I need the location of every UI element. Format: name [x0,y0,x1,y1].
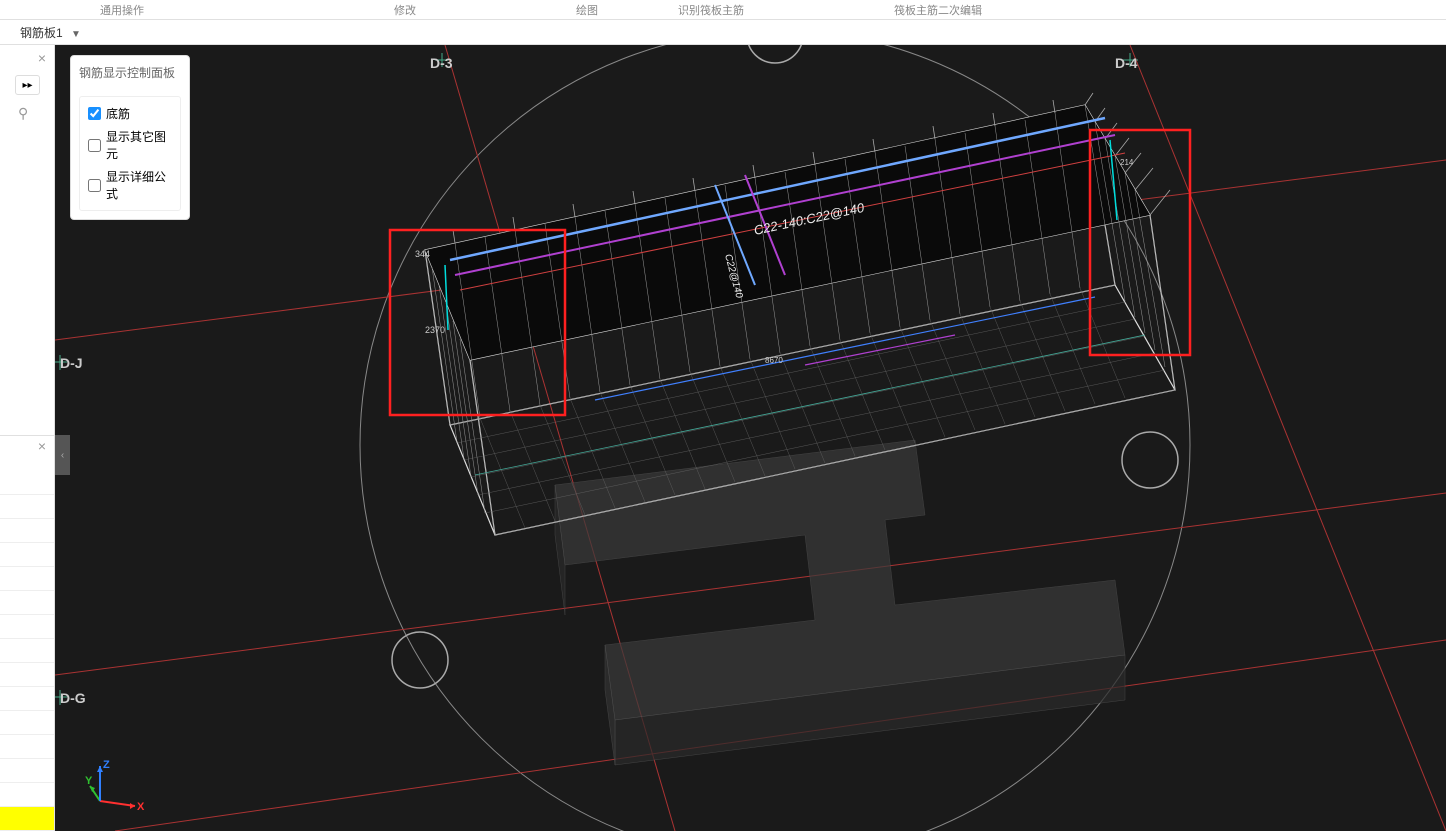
close-icon-2[interactable]: × [38,438,46,454]
svg-text:Z: Z [103,759,110,771]
axis-gizmo[interactable]: X Y Z [85,756,145,816]
axis-label-dg: D-G [60,690,86,706]
axis-label-d3: D-3 [430,55,453,71]
tab-dropdown-icon[interactable]: ▼ [71,29,81,40]
svg-text:214: 214 [1120,158,1134,167]
table-row[interactable] [0,615,54,639]
checkbox-detailed-formula[interactable]: 显示详细公式 [88,168,172,202]
left-sidebar: × ▸▸ ⚲ × [0,45,55,831]
expand-button[interactable]: ▸▸ [15,75,40,95]
axis-label-dj: D-J [60,355,83,371]
checkbox-other-elements[interactable]: 显示其它图元 [88,128,172,162]
svg-text:Y: Y [85,775,93,787]
3d-scene: C22-140:C22@140 C22@140 344 2370 8670 21… [55,45,1446,831]
top-menu-bar: 通用操作 修改 绘图 识别筏板主筋 筏板主筋二次编辑 [0,0,1446,20]
checkbox-input[interactable] [88,179,101,192]
checkbox-label: 底筋 [106,105,130,122]
svg-text:2370: 2370 [425,325,445,335]
table-row[interactable] [0,735,54,759]
table-row[interactable] [0,687,54,711]
menu-modify[interactable]: 修改 [394,2,416,18]
checkbox-label: 显示详细公式 [106,168,172,202]
table-row[interactable] [0,495,54,519]
menu-draw[interactable]: 绘图 [576,2,598,18]
svg-text:8670: 8670 [765,356,783,365]
search-icon[interactable]: ⚲ [18,105,28,122]
table-row[interactable] [0,519,54,543]
rebar-display-panel: 钢筋显示控制面板 底筋 显示其它图元 显示详细公式 [70,55,190,220]
table-row[interactable] [0,663,54,687]
checkbox-label: 显示其它图元 [106,128,172,162]
table-row[interactable] [0,543,54,567]
3d-viewport[interactable]: 钢筋显示控制面板 底筋 显示其它图元 显示详细公式 ‹ D-3 D-4 D-J [55,45,1446,831]
panel-title: 钢筋显示控制面板 [79,64,181,86]
svg-text:344: 344 [415,249,430,259]
table-row[interactable] [0,471,54,495]
menu-general[interactable]: 通用操作 [100,2,144,18]
table-row-selected[interactable] [0,807,54,831]
svg-text:X: X [137,801,145,813]
table-row[interactable] [0,567,54,591]
sidebar-top-panel: × ▸▸ ⚲ [0,45,54,436]
table-row[interactable] [0,711,54,735]
table-row[interactable] [0,639,54,663]
table-row[interactable] [0,783,54,807]
tab-label: 钢筋板1 [20,26,63,40]
menu-edit[interactable]: 筏板主筋二次编辑 [894,2,982,18]
checkbox-input[interactable] [88,139,101,152]
checkbox-input[interactable] [88,107,101,120]
tab-bar: 钢筋板1 ▼ [0,20,1446,45]
table-row[interactable] [0,591,54,615]
sidebar-bottom-panel: × [0,436,54,831]
axis-label-d4: D-4 [1115,55,1138,71]
checkbox-bottom-rebar[interactable]: 底筋 [88,105,172,122]
table-row[interactable] [0,759,54,783]
menu-identify[interactable]: 识别筏板主筋 [678,2,744,18]
collapse-tab[interactable]: ‹ [55,435,70,475]
close-icon[interactable]: × [38,50,46,66]
tab-item[interactable]: 钢筋板1 ▼ [5,21,96,44]
